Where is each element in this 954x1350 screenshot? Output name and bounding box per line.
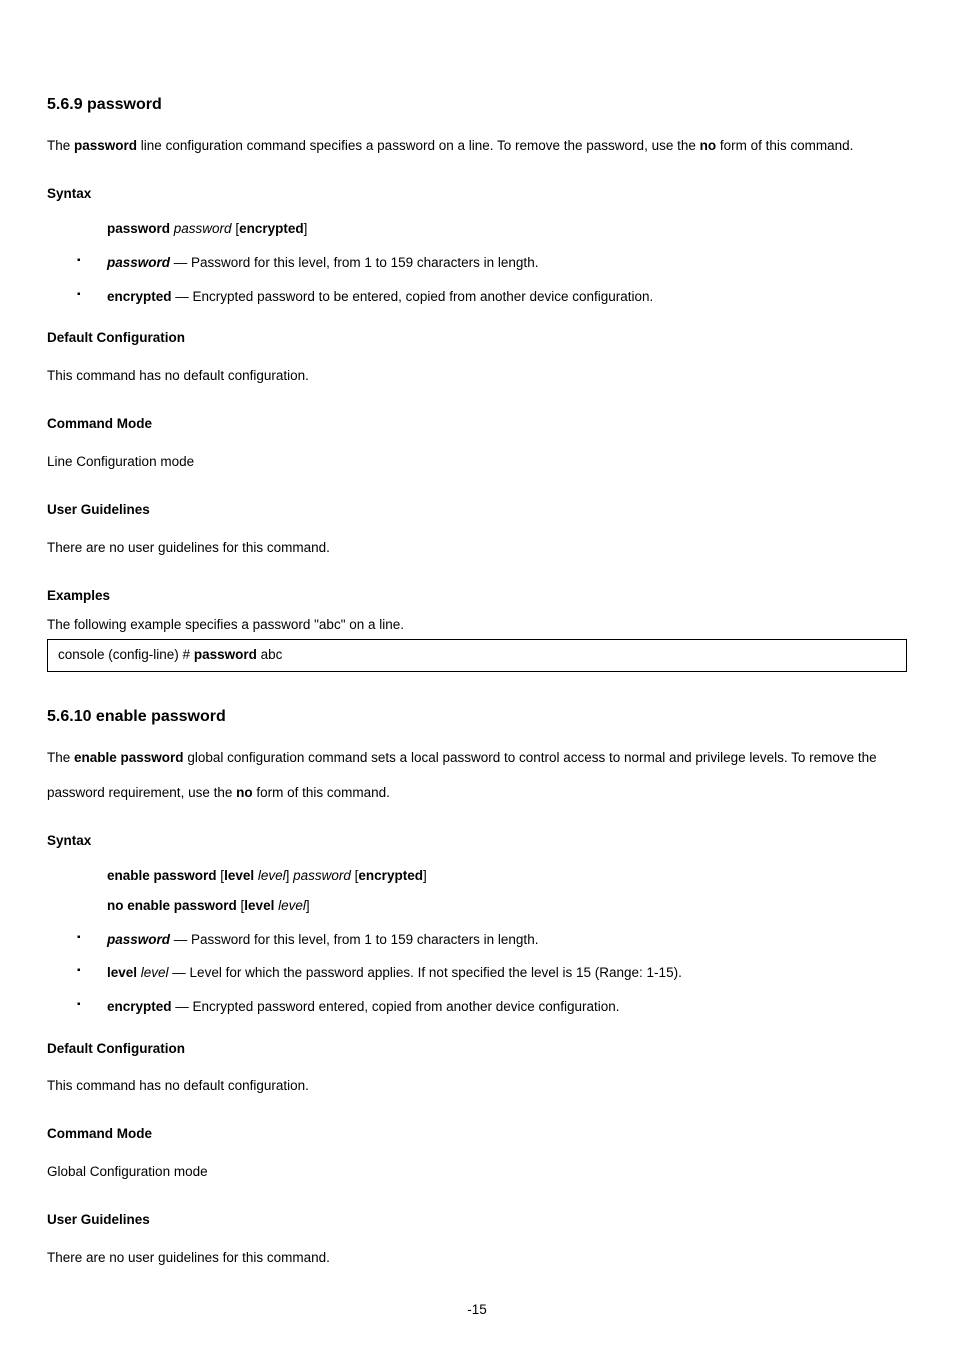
- bracket: ]: [306, 898, 310, 913]
- param-desc: — Level for which the password applies. …: [169, 965, 682, 980]
- arg: password: [293, 868, 355, 883]
- kw: no enable password: [107, 898, 241, 913]
- default-config-text: This command has no default configuratio…: [47, 358, 907, 393]
- code-prompt: console (config-line) #: [58, 647, 194, 662]
- param-desc: — Encrypted password entered, copied fro…: [172, 999, 620, 1014]
- param-desc: — Password for this level, from 1 to 159…: [170, 255, 538, 270]
- user-guidelines-text: There are no user guidelines for this co…: [47, 530, 907, 565]
- bracket: ]: [286, 868, 294, 883]
- text: form of this command.: [253, 785, 390, 800]
- command-mode-heading: Command Mode: [47, 1125, 907, 1144]
- text: line configuration command specifies a p…: [137, 138, 700, 153]
- intro-paragraph-1: The password line configuration command …: [47, 128, 907, 163]
- default-config-heading: Default Configuration: [47, 1040, 907, 1059]
- default-config-heading: Default Configuration: [47, 329, 907, 348]
- syntax-block: password password [encrypted]: [107, 214, 907, 244]
- param-name: password: [107, 932, 170, 947]
- syntax-block: enable password [level level] password […: [107, 861, 907, 920]
- kw: level: [244, 898, 278, 913]
- arg: level: [258, 868, 286, 883]
- text: The: [47, 750, 74, 765]
- param-desc: — Password for this level, from 1 to 159…: [170, 932, 538, 947]
- syntax-arg: password: [174, 221, 236, 236]
- user-guidelines-heading: User Guidelines: [47, 1211, 907, 1230]
- param-name: encrypted: [107, 289, 172, 304]
- param-desc: — Encrypted password to be entered, copi…: [172, 289, 654, 304]
- param-list: password — Password for this level, from…: [77, 252, 907, 307]
- cmd-name: password: [74, 138, 137, 153]
- param-list: password — Password for this level, from…: [77, 929, 907, 1018]
- command-mode-heading: Command Mode: [47, 415, 907, 434]
- kw: encrypted: [358, 868, 423, 883]
- code-box: console (config-line) # password abc: [47, 639, 907, 672]
- syntax-heading: Syntax: [47, 832, 907, 851]
- arg: level: [278, 898, 306, 913]
- bracket: ]: [423, 868, 427, 883]
- syntax-line: enable password [level level] password […: [107, 861, 907, 891]
- command-mode-text: Line Configuration mode: [47, 444, 907, 479]
- syntax-opt: encrypted: [239, 221, 304, 236]
- no-keyword: no: [700, 138, 717, 153]
- code-cmd: password: [194, 647, 257, 662]
- param-item: encrypted — Encrypted password to be ent…: [77, 286, 907, 308]
- kw: level: [224, 868, 258, 883]
- syntax-keyword: password: [107, 221, 174, 236]
- text: The: [47, 138, 74, 153]
- example-text: The following example specifies a passwo…: [47, 616, 907, 635]
- intro-paragraph-2: The enable password global configuration…: [47, 740, 907, 810]
- param-item: encrypted — Encrypted password entered, …: [77, 996, 907, 1018]
- param-item: password — Password for this level, from…: [77, 929, 907, 951]
- text: form of this command.: [716, 138, 853, 153]
- param-name: encrypted: [107, 999, 172, 1014]
- examples-heading: Examples: [47, 587, 907, 606]
- default-config-text: This command has no default configuratio…: [47, 1068, 907, 1103]
- param-item: password — Password for this level, from…: [77, 252, 907, 274]
- command-mode-text: Global Configuration mode: [47, 1154, 907, 1189]
- cmd-name: enable password: [74, 750, 184, 765]
- code-arg: abc: [257, 647, 283, 662]
- page-number: -15: [0, 1301, 954, 1320]
- section-title-password: 5.6.9 password: [47, 94, 907, 116]
- kw: enable password: [107, 868, 220, 883]
- param-name-arg: level: [141, 965, 169, 980]
- param-name: password: [107, 255, 170, 270]
- param-name-kw: level: [107, 965, 141, 980]
- no-keyword: no: [236, 785, 253, 800]
- section-title-enable-password: 5.6.10 enable password: [47, 706, 907, 728]
- user-guidelines-text: There are no user guidelines for this co…: [47, 1240, 907, 1275]
- syntax-heading: Syntax: [47, 185, 907, 204]
- user-guidelines-heading: User Guidelines: [47, 501, 907, 520]
- param-item: level level — Level for which the passwo…: [77, 962, 907, 984]
- bracket: ]: [304, 221, 308, 236]
- syntax-line: no enable password [level level]: [107, 891, 907, 921]
